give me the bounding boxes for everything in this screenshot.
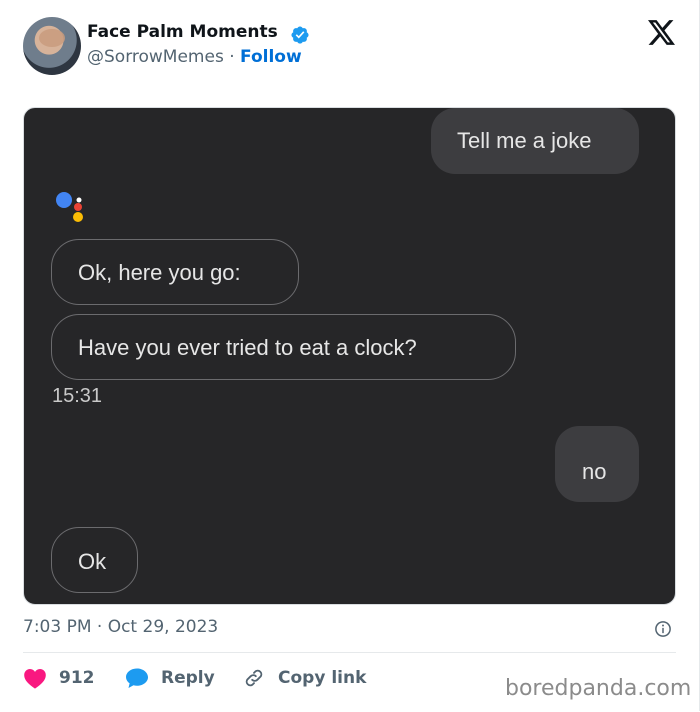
assistant-message: Ok, here you go: <box>51 239 299 305</box>
tweet-timestamp[interactable]: 7:03 PM · Oct 29, 2023 <box>23 617 218 637</box>
follow-button[interactable]: Follow <box>240 47 302 67</box>
like-count: 912 <box>59 668 95 688</box>
author-name[interactable]: Face Palm Moments <box>87 22 278 42</box>
chat-screenshot-image[interactable]: Tell me a joke Ok, here you go: Have you… <box>23 107 676 605</box>
user-message: no <box>555 426 639 502</box>
avatar[interactable] <box>23 17 81 75</box>
google-assistant-dots-icon <box>56 192 83 222</box>
tweet-card: Face Palm Moments @SorrowMemes · Follow … <box>0 0 700 711</box>
user-message: Tell me a joke <box>431 108 639 174</box>
speech-bubble-icon <box>126 668 148 688</box>
copy-link-label: Copy link <box>278 668 367 688</box>
copy-link-button[interactable]: Copy link <box>242 667 366 689</box>
heart-icon <box>24 669 46 689</box>
handle-row: @SorrowMemes · Follow <box>87 47 302 67</box>
info-icon[interactable] <box>654 620 672 638</box>
reply-label: Reply <box>161 668 215 688</box>
verified-badge-icon <box>291 26 309 44</box>
link-icon <box>245 669 263 687</box>
message-time: 15:31 <box>52 385 103 407</box>
assistant-message: Ok <box>51 527 138 593</box>
like-button[interactable]: 912 <box>23 667 95 689</box>
x-logo-icon[interactable] <box>648 20 675 45</box>
assistant-message: Have you ever tried to eat a clock? <box>51 314 516 380</box>
separator: · <box>229 47 235 67</box>
author-handle[interactable]: @SorrowMemes <box>87 47 224 67</box>
watermark: boredpanda.com <box>505 676 692 701</box>
divider <box>23 652 676 653</box>
reply-button[interactable]: Reply <box>125 667 215 689</box>
